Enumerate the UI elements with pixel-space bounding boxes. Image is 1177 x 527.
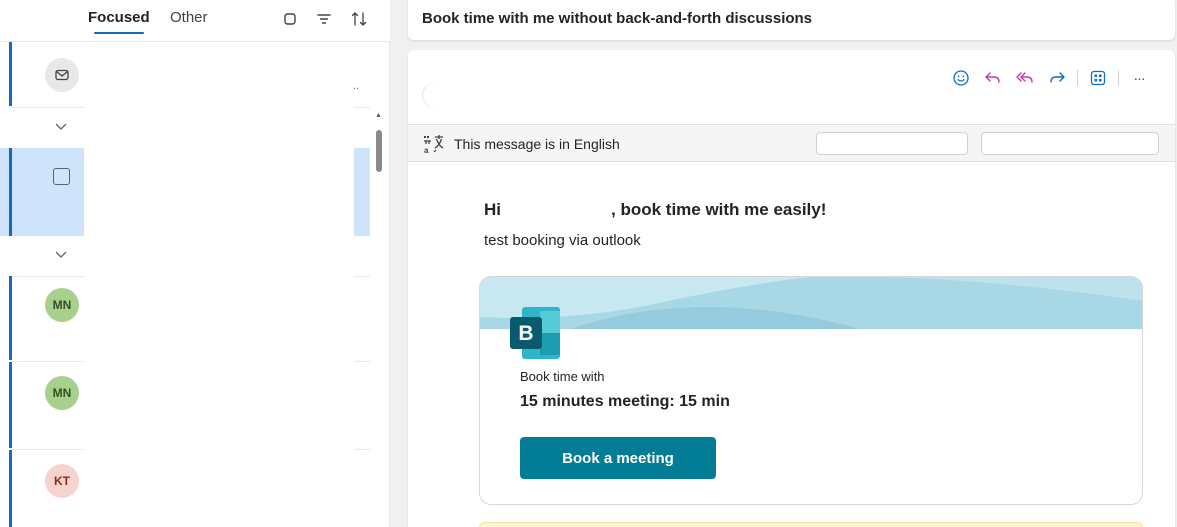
unread-indicator xyxy=(0,362,12,448)
translate-icon: a xyxy=(423,134,445,155)
mail-avatar-icon[interactable] xyxy=(45,58,79,92)
reply-all-icon[interactable] xyxy=(1009,66,1041,90)
greeting-start: Hi xyxy=(484,200,501,219)
bookings-logo-letter: B xyxy=(518,322,533,345)
reply-icon[interactable] xyxy=(977,66,1009,90)
message-toolbar: ··· xyxy=(945,66,1155,90)
toolbar-divider xyxy=(1118,70,1119,86)
booking-label: Book time with xyxy=(520,369,605,384)
emoji-icon[interactable] xyxy=(945,66,977,90)
sort-icon[interactable] xyxy=(347,7,371,31)
unread-indicator xyxy=(0,450,12,527)
email-subject: Book time with me without back-and-forth… xyxy=(422,10,813,27)
chevron-down-icon[interactable] xyxy=(52,246,70,264)
scrollbar-thumb[interactable] xyxy=(376,130,382,172)
tab-other[interactable]: Other xyxy=(170,9,208,26)
more-icon[interactable]: ··· xyxy=(1123,66,1155,90)
message-preview-area xyxy=(84,42,354,527)
message-list-header: Focused Other xyxy=(0,0,390,42)
scroll-up-icon[interactable]: ▲ xyxy=(375,112,382,119)
toolbar-divider xyxy=(1077,70,1078,86)
unread-indicator xyxy=(0,42,12,106)
message-body-card: ··· a This message is in English Hi , boo… xyxy=(408,50,1175,527)
greeting-line: Hi , book time with me easily! xyxy=(484,200,826,220)
avatar[interactable]: MN xyxy=(45,376,79,410)
booking-title: 15 minutes meeting: 15 min xyxy=(520,393,730,410)
message-checkbox[interactable] xyxy=(53,168,70,185)
subject-header: Book time with me without back-and-forth… xyxy=(408,0,1175,40)
avatar[interactable]: KT xyxy=(45,464,79,498)
bookings-logo-icon: B xyxy=(510,307,560,359)
svg-text:a: a xyxy=(424,146,429,154)
avatar[interactable]: MN xyxy=(45,288,79,322)
forward-icon[interactable] xyxy=(1041,66,1073,90)
body-text: test booking via outlook xyxy=(484,232,641,249)
sender-avatar[interactable] xyxy=(422,80,462,110)
message-list-pane: Focused Other / ... MN MN KT ▲ xyxy=(0,0,390,527)
tab-focused[interactable]: Focused xyxy=(88,9,150,34)
book-meeting-button[interactable]: Book a meeting xyxy=(520,437,716,479)
translation-bar: a This message is in English xyxy=(408,124,1175,162)
unread-indicator xyxy=(0,276,12,360)
info-banner xyxy=(479,522,1143,527)
booking-banner xyxy=(480,277,1142,329)
greeting-end: , book time with me easily! xyxy=(611,200,827,219)
translation-message: This message is in English xyxy=(454,136,620,152)
apps-icon[interactable] xyxy=(1082,66,1114,90)
filter-icon[interactable] xyxy=(312,7,336,31)
translate-button[interactable] xyxy=(816,132,968,155)
chevron-down-icon[interactable] xyxy=(52,118,70,136)
select-icon[interactable] xyxy=(278,7,302,31)
booking-card: B Book time with 15 minutes meeting: 15 … xyxy=(479,276,1143,505)
translation-options-button[interactable] xyxy=(981,132,1159,155)
